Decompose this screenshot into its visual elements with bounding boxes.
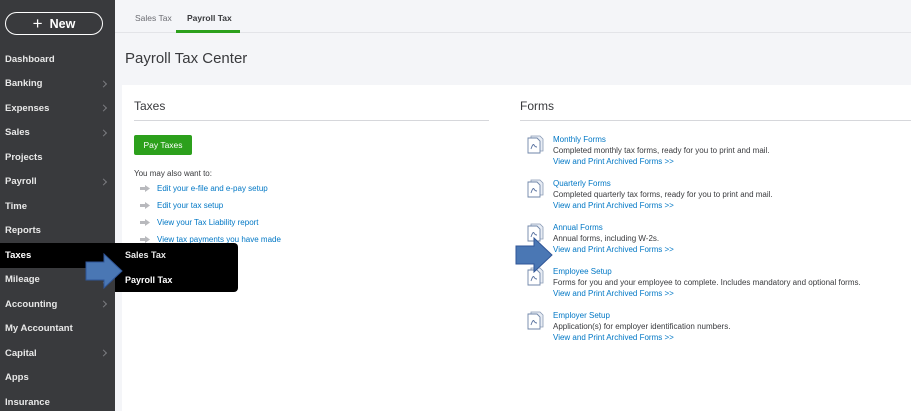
chevron-right-icon — [99, 80, 108, 88]
sidebar-item-accounting[interactable]: Accounting — [0, 292, 115, 317]
form-text: Annual Forms Annual forms, including W-2… — [553, 222, 674, 255]
monthly-forms-link[interactable]: Monthly Forms — [553, 134, 770, 145]
employee-setup-link[interactable]: Employee Setup — [553, 266, 861, 277]
employee-archive-link[interactable]: View and Print Archived Forms >> — [553, 288, 861, 299]
flyout-item-payroll-tax[interactable]: Payroll Tax — [115, 268, 238, 293]
pay-taxes-button[interactable]: Pay Taxes — [134, 135, 192, 155]
arrow-right-icon — [140, 202, 150, 209]
tab-payroll-tax[interactable]: Payroll Tax — [187, 13, 232, 23]
sidebar-item-reports[interactable]: Reports — [0, 219, 115, 244]
sidebar-item-label: Capital — [5, 347, 37, 359]
arrow-right-icon — [140, 219, 150, 226]
taxes-section-title: Taxes — [134, 99, 166, 113]
sidebar-item-label: Apps — [5, 372, 29, 384]
sidebar-item-sales[interactable]: Sales — [0, 121, 115, 146]
list-item: Edit your e-file and e-pay setup — [140, 184, 268, 193]
monthly-forms-description: Completed monthly tax forms, ready for y… — [553, 146, 770, 155]
employer-archive-link[interactable]: View and Print Archived Forms >> — [553, 332, 730, 343]
form-text: Quarterly Forms Completed quarterly tax … — [553, 178, 773, 211]
monthly-archive-link[interactable]: View and Print Archived Forms >> — [553, 156, 770, 167]
edit-efile-link[interactable]: Edit your e-file and e-pay setup — [157, 184, 268, 193]
form-text: Monthly Forms Completed monthly tax form… — [553, 134, 770, 167]
sidebar-item-label: Mileage — [5, 274, 40, 286]
forms-section-title: Forms — [520, 99, 554, 113]
list-item: View your Tax Liability report — [140, 218, 259, 227]
tab-sales-tax[interactable]: Sales Tax — [135, 13, 172, 23]
also-want-label: You may also want to: — [134, 169, 212, 178]
sidebar-item-label: My Accountant — [5, 323, 73, 335]
annual-forms-description: Annual forms, including W-2s. — [553, 234, 660, 243]
sidebar-item-label: Expenses — [5, 102, 50, 114]
forms-divider — [520, 120, 911, 121]
sidebar-item-label: Dashboard — [5, 53, 55, 65]
new-button[interactable]: + New — [5, 12, 103, 35]
sidebar-item-banking[interactable]: Banking — [0, 72, 115, 97]
sidebar-item-label: Payroll — [5, 176, 37, 188]
sidebar-item-label: Banking — [5, 78, 43, 90]
pdf-document-icon — [527, 135, 544, 154]
quarterly-forms-description: Completed quarterly tax forms, ready for… — [553, 190, 773, 199]
edit-tax-setup-link[interactable]: Edit your tax setup — [157, 201, 223, 210]
chevron-right-icon — [99, 178, 108, 186]
new-button-label: New — [49, 16, 76, 31]
chevron-right-icon — [99, 129, 108, 137]
tab-bar: Sales Tax Payroll Tax — [115, 0, 911, 33]
sidebar-item-label: Projects — [5, 151, 43, 163]
taxes-divider — [134, 120, 489, 121]
sidebar-item-time[interactable]: Time — [0, 194, 115, 219]
pdf-document-icon — [527, 311, 544, 330]
sidebar-item-insurance[interactable]: Insurance — [0, 390, 115, 411]
left-nav-sidebar: + New Dashboard Banking Expenses Sales P… — [0, 0, 115, 411]
active-tab-indicator — [176, 30, 240, 33]
employer-setup-description: Application(s) for employer identificati… — [553, 322, 731, 331]
annual-archive-link[interactable]: View and Print Archived Forms >> — [553, 244, 674, 255]
plus-icon: + — [32, 14, 43, 33]
employer-setup-link[interactable]: Employer Setup — [553, 310, 730, 321]
sidebar-item-my-accountant[interactable]: My Accountant — [0, 317, 115, 342]
tax-liability-report-link[interactable]: View your Tax Liability report — [157, 218, 259, 227]
arrow-right-icon — [140, 185, 150, 192]
sidebar-item-label: Accounting — [5, 298, 58, 310]
nav-list: Dashboard Banking Expenses Sales Project… — [0, 47, 115, 411]
sidebar-item-label: Sales — [5, 127, 30, 139]
employee-setup-description: Forms for you and your employee to compl… — [553, 278, 861, 287]
pdf-document-icon — [527, 179, 544, 198]
chevron-right-icon — [99, 349, 108, 357]
flyout-item-sales-tax[interactable]: Sales Tax — [115, 243, 238, 268]
sidebar-item-apps[interactable]: Apps — [0, 366, 115, 391]
annual-forms-link[interactable]: Annual Forms — [553, 222, 674, 233]
sidebar-item-expenses[interactable]: Expenses — [0, 96, 115, 121]
quarterly-forms-link[interactable]: Quarterly Forms — [553, 178, 773, 189]
annotation-arrow-icon — [515, 237, 553, 273]
chevron-right-icon — [99, 104, 108, 112]
sidebar-item-dashboard[interactable]: Dashboard — [0, 47, 115, 72]
sidebar-item-capital[interactable]: Capital — [0, 341, 115, 366]
sidebar-item-projects[interactable]: Projects — [0, 145, 115, 170]
sidebar-item-label: Insurance — [5, 396, 50, 408]
sidebar-item-label: Time — [5, 200, 28, 212]
form-text: Employer Setup Application(s) for employ… — [553, 310, 730, 343]
sidebar-item-label: Reports — [5, 225, 41, 237]
page-title: Payroll Tax Center — [125, 50, 248, 67]
sidebar-item-payroll[interactable]: Payroll — [0, 170, 115, 195]
main-content: Sales Tax Payroll Tax Payroll Tax Center… — [115, 0, 911, 411]
sidebar-item-label: Taxes — [5, 249, 32, 261]
quarterly-archive-link[interactable]: View and Print Archived Forms >> — [553, 200, 773, 211]
taxes-flyout-menu: Sales Tax Payroll Tax — [115, 243, 238, 292]
chevron-right-icon — [99, 300, 108, 308]
annotation-arrow-icon — [85, 253, 123, 289]
arrow-right-icon — [140, 236, 150, 243]
list-item: Edit your tax setup — [140, 201, 223, 210]
form-text: Employee Setup Forms for you and your em… — [553, 266, 861, 299]
